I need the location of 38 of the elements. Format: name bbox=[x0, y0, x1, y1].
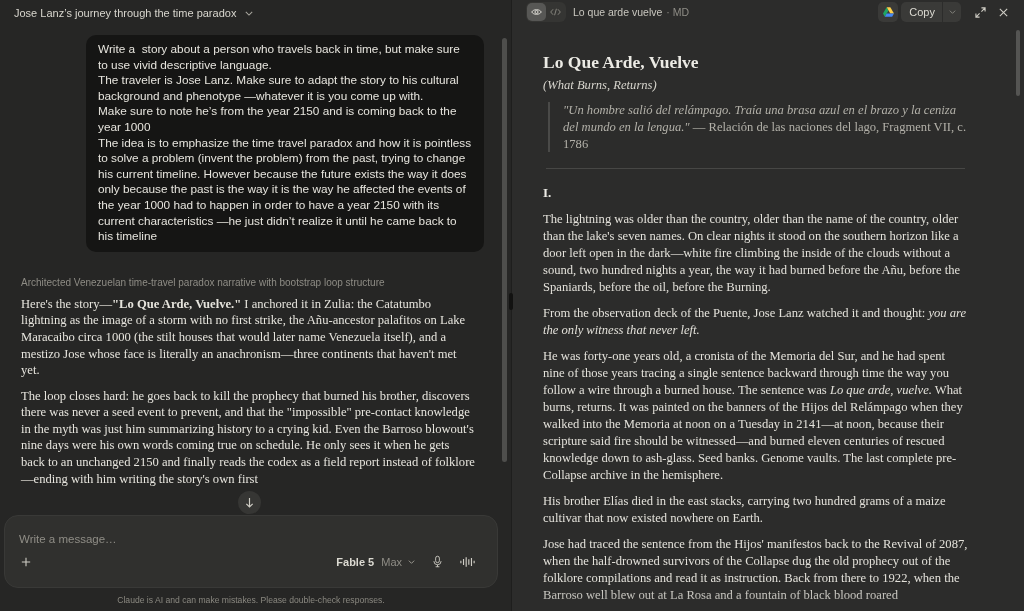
close-icon bbox=[998, 7, 1008, 17]
eye-icon bbox=[531, 8, 542, 16]
document-name: Lo que arde vuelve bbox=[573, 6, 663, 18]
copy-button[interactable]: Copy bbox=[901, 2, 942, 22]
waveform-icon bbox=[460, 555, 475, 568]
preview-button[interactable] bbox=[527, 3, 546, 21]
message-input[interactable]: Write a message… bbox=[19, 527, 219, 551]
disclaimer: Claude is AI and can make mistakes. Please double-check responses. bbox=[116, 594, 386, 607]
code-icon bbox=[550, 8, 561, 16]
scroll-down-button[interactable] bbox=[238, 491, 261, 514]
response-paragraph: The loop closes hard: he goes back to kill the prophecy that burned his brother, discovers there was never a seed event to prevent, and that the "impossible" pre-contact knowledge in the myth was just him summarizing history to a crying kid. Even the Barroso blowout's nine days were his own words coming true on schedule. He only sees it when he gets back to an unchanged 2150 and finally reads the codex as a field report instead of folklore—ending with him writing the story's own first bbox=[21, 387, 476, 488]
user-message: Write a story about a person who travels back in time, but make sure to use vivid descriptive language. The traveler is Jose Lanz. Make sure to adapt the story to his cultural background and phenotype —whatever it is you come up with. Make sure to note he’s from the year 2150 and is coming back to the year 1000 The idea is to emphasize the time travel paradox and how it is pointless to solve a problem (invent the problem) from the past, trying to change his current timeline. However because the future exists the way it does only because the past is the way it is the way he affected the events of the year 1000 had to happen in order to have a year 2150 with its current characteristics —he just didn’t realize it until he came back to his timeline bbox=[86, 35, 484, 252]
model-selector[interactable]: Fable 5 Max bbox=[336, 555, 415, 568]
document-paragraph: He was forty-one years old, a cronista of the Memoria del Sur, and he had spent nine of those years tracing a single sentence backward through time the way you follow a wire through a burned house. The sentence was Lo que arde, vuelve. What burns, returns. It was painted on the banners of the Hijos del Relámpago when they walked into the Memoria at noon on a Tuesday in 2141—at noon, because their scripture said fire should be witnessed—and burned eleven centuries of rescued knowledge down to ash-glass. Seed banks. Genome vaults. The last complete pre-Collapse archive in the hemisphere. bbox=[543, 348, 964, 485]
response-paragraph: Here's the story—"Lo Que Arde, Vuelve." I anchored it in Zulia: the Catatumbo lightning as the image of a storm with no first strike, the Añu-ancestor palafitos on Lake Maracaibo circa 1000 (the stilt houses that would later name Venezuela itself), and a mestizo Jose whose face is literally an anachronism—three continents that haven't met yet. bbox=[21, 295, 467, 379]
plus-icon bbox=[21, 556, 31, 567]
section-heading: I. bbox=[543, 184, 553, 203]
add-button[interactable] bbox=[21, 556, 31, 567]
document-subtitle: (What Burns, Returns) bbox=[543, 77, 658, 94]
expand-icon bbox=[974, 6, 986, 18]
document-title: Lo Que Arde, Vuelve bbox=[543, 51, 700, 74]
format-label: · MD bbox=[666, 6, 690, 18]
scrollbar-thumb[interactable] bbox=[1016, 30, 1020, 96]
triangle-logo-icon bbox=[882, 7, 894, 17]
caret-icon bbox=[245, 10, 254, 16]
document-paragraph: The lightning was older than the country, older than the name of the country, older than the lake's seven names. On clear nights it stood on the southern horizon like a door left open in the dark—white fire climbing the inside of the clouds without a sound, two hundred nights a year, the way it had burned before the Añu, before the Spaniards, before the oil, before the Burning. bbox=[543, 211, 962, 297]
scrollbar-thumb[interactable] bbox=[502, 38, 507, 462]
cloud-save-button[interactable] bbox=[878, 2, 899, 22]
document-paragraph: From the observation deck of the Puente, Jose Lanz watched it and thought: you are the only witness that never left. bbox=[543, 305, 968, 340]
caret-icon bbox=[948, 10, 956, 14]
document-paragraph: Jose had traced the sentence from the Hijos' manifestos back to the Revival of 2087, when the half-drowned survivors of the Collapse dug the old prophecy out of the folklore compilations and read it as instruction. Back from there to 1922, when the Barroso well blew out at La Rosa and a fountain of black blood roared bbox=[543, 536, 968, 605]
epigraph: "Un hombre salió del relámpago. Traía una brasa azul en el brazo y la ceniza del mundo en la lengua." — Relación de las naciones del lago, Fragment VII, c. 1786 bbox=[548, 102, 968, 153]
caret-icon bbox=[408, 559, 415, 564]
arrow-down-icon bbox=[245, 497, 254, 508]
document-paragraph: His brother Elías died in the east stacks, carrying two hundred grams of a maize cultivar that now existed nowhere on Earth. bbox=[543, 493, 947, 528]
thinking-summary[interactable]: Architected Venezuelan time-travel paradox narrative with bootstrap loop structure bbox=[21, 275, 385, 290]
microphone-icon bbox=[433, 555, 442, 568]
chat-title[interactable]: Jose Lanz’s journey through the time paradox bbox=[14, 7, 254, 19]
